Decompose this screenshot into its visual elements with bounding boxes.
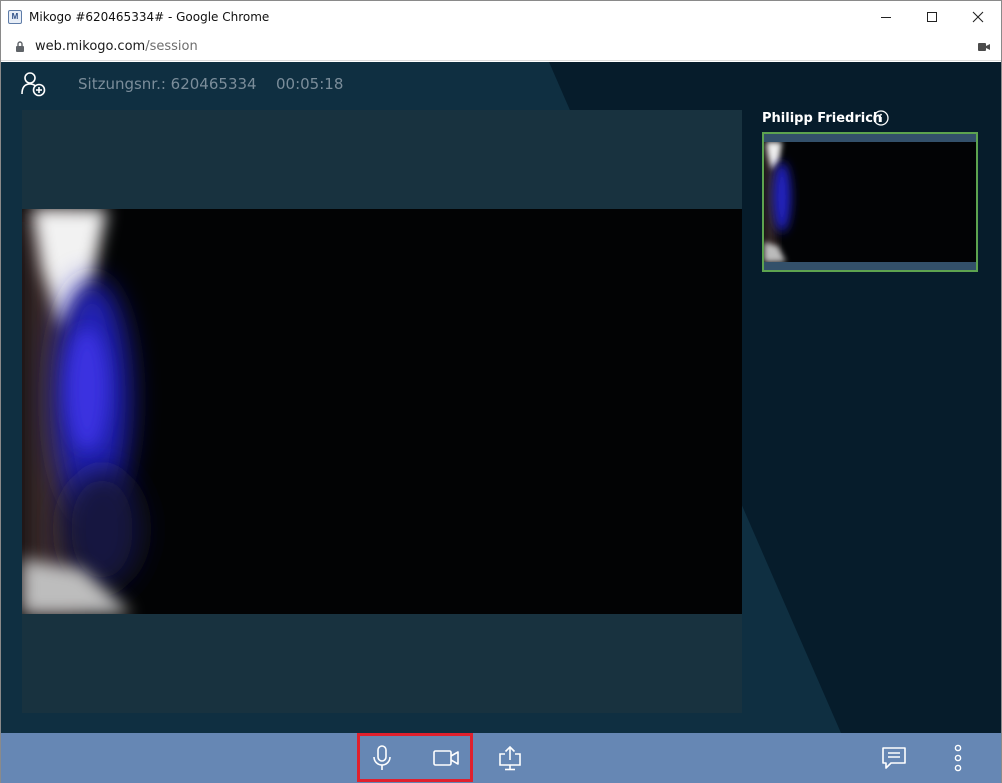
minimize-icon xyxy=(881,17,891,18)
microphone-button[interactable] xyxy=(360,737,404,779)
window-title: Mikogo #620465334# - Google Chrome xyxy=(29,10,270,24)
add-user-icon xyxy=(21,72,46,97)
participant-thumbnail[interactable] xyxy=(762,132,978,272)
camera-icon xyxy=(433,750,459,766)
chat-button[interactable] xyxy=(872,737,916,779)
share-screen-icon xyxy=(499,745,521,771)
mikogo-app-icon: M xyxy=(8,10,22,24)
participant-video-feed xyxy=(764,142,976,262)
session-view: Sitzungsnr.: 620465334 00:05:18 Philipp … xyxy=(1,62,1001,783)
participant-info-button[interactable] xyxy=(873,110,889,126)
share-screen-button[interactable] xyxy=(488,737,532,779)
camera-button[interactable] xyxy=(424,737,468,779)
more-options-button[interactable] xyxy=(936,737,980,779)
session-header: Sitzungsnr.: 620465334 00:05:18 xyxy=(1,62,1001,106)
close-button[interactable] xyxy=(955,1,1001,33)
maximize-icon xyxy=(927,12,937,22)
session-number: Sitzungsnr.: 620465334 xyxy=(78,75,257,93)
add-participant-button[interactable] xyxy=(20,70,48,98)
chat-icon xyxy=(882,747,906,769)
video-frame xyxy=(22,209,742,614)
session-timer: 00:05:18 xyxy=(276,75,344,93)
bottom-toolbar xyxy=(1,733,1001,783)
participant-name: Philipp Friedrich xyxy=(762,111,883,126)
close-icon xyxy=(972,11,984,23)
lock-icon[interactable] xyxy=(13,40,27,54)
browser-window: M Mikogo #620465334# - Google Chrome web… xyxy=(0,0,1002,783)
title-bar: M Mikogo #620465334# - Google Chrome xyxy=(1,1,1001,33)
minimize-button[interactable] xyxy=(863,1,909,33)
maximize-button[interactable] xyxy=(909,1,955,33)
url-path: /session xyxy=(145,39,198,54)
window-controls xyxy=(863,1,1001,33)
main-video-feed xyxy=(22,209,742,614)
info-icon xyxy=(873,110,889,126)
camera-in-use-icon[interactable] xyxy=(977,40,991,54)
more-vertical-icon xyxy=(954,744,962,772)
microphone-icon xyxy=(373,745,391,770)
address-bar[interactable]: web.mikogo.com/session xyxy=(1,33,1001,61)
url-text[interactable]: web.mikogo.com/session xyxy=(35,39,198,54)
main-stage xyxy=(22,110,742,713)
url-host: web.mikogo.com xyxy=(35,39,146,54)
